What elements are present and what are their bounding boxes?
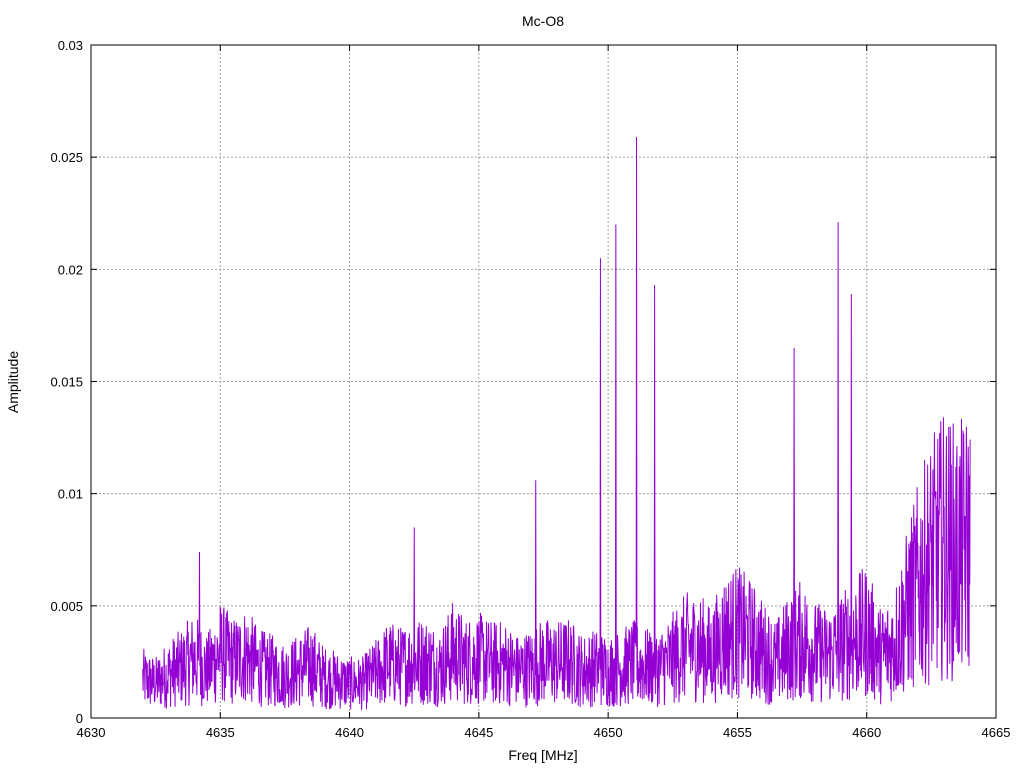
y-tick-label: 0.025 [50,150,83,165]
y-tick-label: 0.02 [58,262,83,277]
chart-title: Mc-O8 [522,13,564,29]
y-tick-label: 0.005 [50,599,83,614]
y-axis-label: Amplitude [5,351,21,413]
y-tick-label: 0 [76,711,83,726]
y-tick-label: 0.03 [58,38,83,53]
x-tick-label: 4660 [852,725,881,740]
y-tick-label: 0.015 [50,375,83,390]
x-tick-label: 4635 [206,725,235,740]
chart-container: 4630 4635 4640 4645 4650 4655 4660 4665 0 0.005 0.… [0,0,1024,768]
x-tick-label: 4640 [335,725,364,740]
x-tick-label: 4645 [464,725,493,740]
x-tick-label: 4665 [982,725,1011,740]
x-tick-label: 4630 [77,725,106,740]
x-tick-label: 4655 [723,725,752,740]
y-tick-label: 0.01 [58,487,83,502]
x-tick-label: 4650 [594,725,623,740]
spectrum-chart: 4630 4635 4640 4645 4650 4655 4660 4665 0 0.005 0.… [0,0,1024,768]
x-axis-label: Freq [MHz] [508,747,577,763]
